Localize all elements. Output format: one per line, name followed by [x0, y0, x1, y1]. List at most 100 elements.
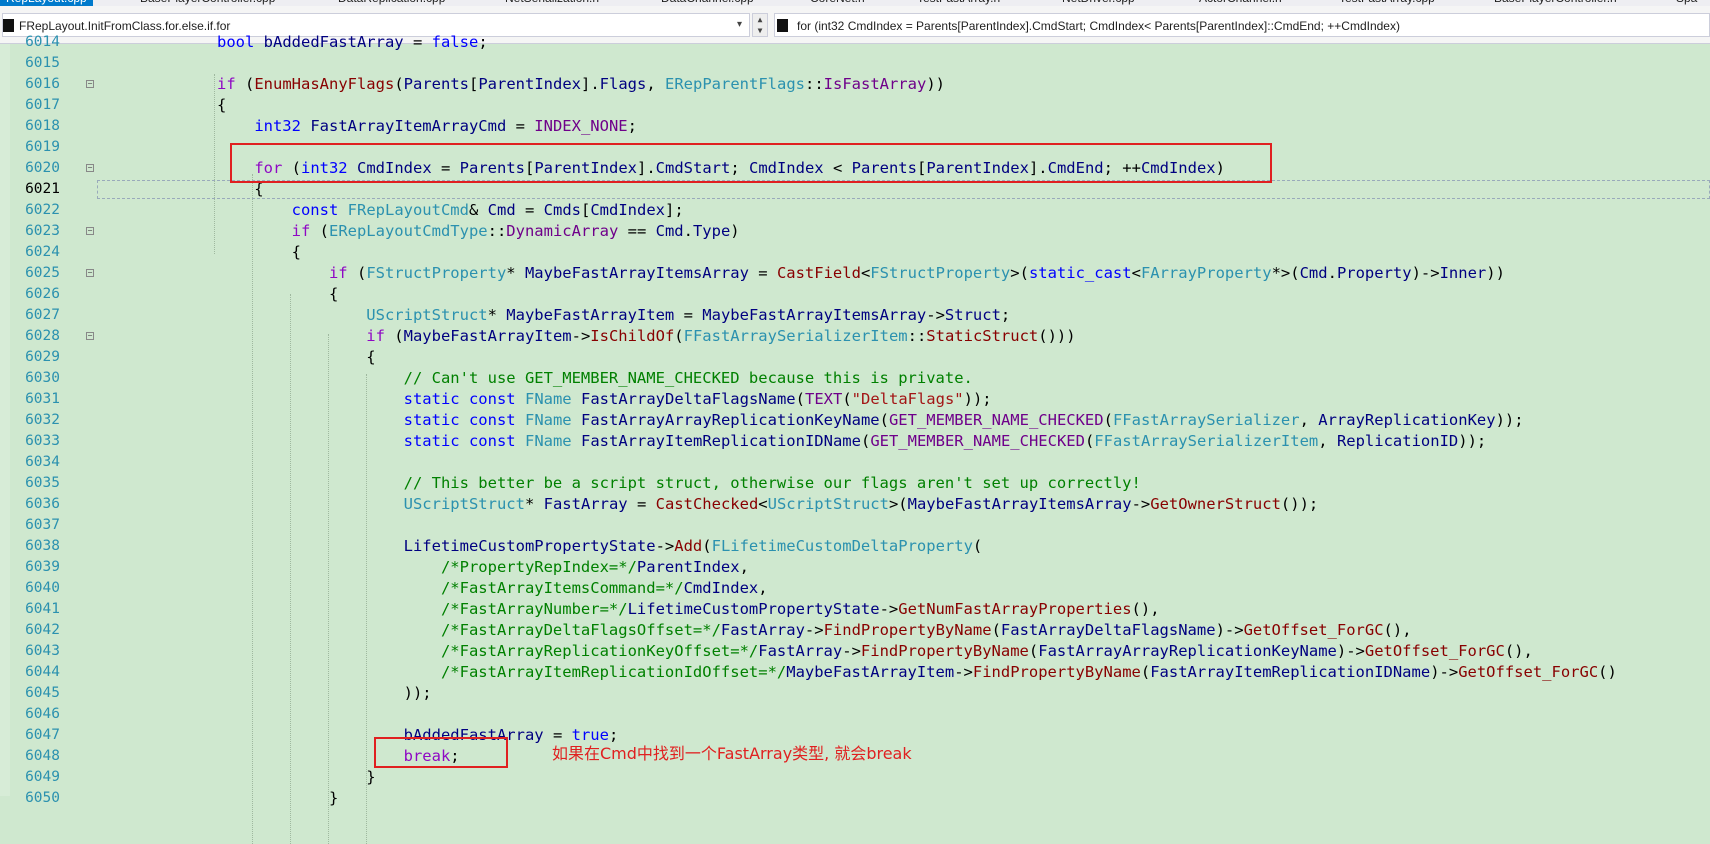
line-number: 6042: [25, 622, 60, 638]
line-number: 6045: [25, 685, 60, 701]
line-number: 6014: [25, 34, 60, 50]
code-line[interactable]: 6028 − if (MaybeFastArrayItem->IsChildOf(…: [0, 326, 1710, 347]
code-line[interactable]: 6038 LifetimeCustomPropertyState->Add(FL…: [0, 536, 1710, 557]
code-text: ));: [105, 684, 432, 702]
code-line[interactable]: 6035 // This better be a script struct, …: [0, 473, 1710, 494]
code-line[interactable]: 6046: [0, 704, 1710, 725]
code-text: // Can't use GET_MEMBER_NAME_CHECKED bec…: [403, 369, 973, 387]
code-line[interactable]: 6037: [0, 515, 1710, 536]
code-text: static const FName FastArrayItemReplicat…: [403, 432, 1487, 450]
line-number: 6050: [25, 790, 60, 806]
line-number: 6044: [25, 664, 60, 680]
line-number: 6015: [25, 55, 60, 71]
line-number: 6027: [25, 307, 60, 323]
line-number: 6026: [25, 286, 60, 302]
scope-icon: [3, 19, 14, 32]
line-number: 6024: [25, 244, 60, 260]
collapse-icon[interactable]: −: [86, 80, 94, 88]
line-number: 6021: [25, 181, 60, 197]
code-line[interactable]: 6045 ));: [0, 683, 1710, 704]
line-number: 6041: [25, 601, 60, 617]
line-number: 6033: [25, 433, 60, 449]
code-line[interactable]: 6023 − if (ERepLayoutCmdType::DynamicArra…: [0, 221, 1710, 242]
code-text: /*PropertyRepIndex=*/ParentIndex,: [440, 558, 749, 576]
line-number: 6025: [25, 265, 60, 281]
line-number: 6029: [25, 349, 60, 365]
code-line[interactable]: 6033 static const FName FastArrayItemRep…: [0, 431, 1710, 452]
line-number: 6032: [25, 412, 60, 428]
code-text: /*FastArrayNumber=*/LifetimeCustomProper…: [440, 600, 1160, 618]
chevron-down-icon[interactable]: ▾: [737, 19, 742, 30]
collapse-icon[interactable]: −: [86, 227, 94, 235]
highlight-box-for-loop: [230, 143, 1272, 183]
line-number: 6047: [25, 727, 60, 743]
code-line[interactable]: 6018 int32 FastArrayItemArrayCmd = INDEX…: [0, 116, 1710, 137]
code-line[interactable]: 6016 − if (EnumHasAnyFlags(Parents[Parent…: [0, 74, 1710, 95]
code-line[interactable]: 6042 /*FastArrayDeltaFlagsOffset=*/FastA…: [0, 620, 1710, 641]
code-line[interactable]: 6014 bool bAddedFastArray = false;: [0, 32, 1710, 53]
code-line[interactable]: 6025 − if (FStructProperty* MaybeFastArra…: [0, 263, 1710, 284]
code-line[interactable]: 6017 {: [0, 95, 1710, 116]
line-number: 6036: [25, 496, 60, 512]
code-text: {: [105, 348, 376, 366]
line-number: 6046: [25, 706, 60, 722]
annotation-text: 如果在Cmd中找到一个FastArray类型, 就会break: [552, 744, 912, 763]
code-text: int32 FastArrayItemArrayCmd = INDEX_NONE…: [254, 117, 637, 135]
collapse-icon[interactable]: −: [86, 332, 94, 340]
code-line[interactable]: 6030 // Can't use GET_MEMBER_NAME_CHECKE…: [0, 368, 1710, 389]
code-text: if (ERepLayoutCmdType::DynamicArray == C…: [291, 222, 740, 240]
code-text: if (FStructProperty* MaybeFastArrayItems…: [328, 264, 1505, 282]
code-line[interactable]: 6024 {: [0, 242, 1710, 263]
line-number: 6023: [25, 223, 60, 239]
code-line[interactable]: 6031 static const FName FastArrayDeltaFl…: [0, 389, 1710, 410]
code-line[interactable]: 6015: [0, 53, 1710, 74]
code-text: bool bAddedFastArray = false;: [216, 33, 488, 51]
code-text: }: [105, 789, 339, 807]
code-line[interactable]: 6041 /*FastArrayNumber=*/LifetimeCustomP…: [0, 599, 1710, 620]
code-line[interactable]: 6027 UScriptStruct* MaybeFastArrayItem =…: [0, 305, 1710, 326]
scope-label: FRepLayout.InitFromClass.for.else.if.for: [19, 19, 231, 33]
code-line[interactable]: 6040 /*FastArrayItemsCommand=*/CmdIndex,: [0, 578, 1710, 599]
line-number: 6040: [25, 580, 60, 596]
line-number: 6034: [25, 454, 60, 470]
line-number: 6031: [25, 391, 60, 407]
collapse-icon[interactable]: −: [86, 164, 94, 172]
code-line[interactable]: 6043 /*FastArrayReplicationKeyOffset=*/F…: [0, 641, 1710, 662]
code-line[interactable]: 6049 }: [0, 767, 1710, 788]
code-text: if (MaybeFastArrayItem->IsChildOf(FFastA…: [366, 327, 1076, 345]
code-line[interactable]: 6026 {: [0, 284, 1710, 305]
line-number: 6022: [25, 202, 60, 218]
line-number: 6037: [25, 517, 60, 533]
line-number: 6019: [25, 139, 60, 155]
code-text: /*FastArrayDeltaFlagsOffset=*/FastArray-…: [440, 621, 1412, 639]
code-text: LifetimeCustomPropertyState->Add(FLifeti…: [403, 537, 983, 555]
code-text: if (EnumHasAnyFlags(Parents[ParentIndex]…: [216, 75, 945, 93]
code-line[interactable]: 6034: [0, 452, 1710, 473]
code-editor[interactable]: 6014 bool bAddedFastArray = false; 6015 60…: [0, 33, 1710, 844]
code-line[interactable]: 6036 UScriptStruct* FastArray = CastChec…: [0, 494, 1710, 515]
line-number: 6048: [25, 748, 60, 764]
line-number: 6020: [25, 160, 60, 176]
code-text: bAddedFastArray = true;: [403, 726, 619, 744]
line-number: 6018: [25, 118, 60, 134]
code-text: /*FastArrayReplicationKeyOffset=*/FastAr…: [440, 642, 1533, 660]
code-text: {: [105, 243, 301, 261]
line-number: 6016: [25, 76, 60, 92]
code-line[interactable]: 6022 const FRepLayoutCmd& Cmd = Cmds[Cmd…: [0, 200, 1710, 221]
code-text: {: [105, 285, 339, 303]
code-line[interactable]: 6039 /*PropertyRepIndex=*/ParentIndex,: [0, 557, 1710, 578]
code-text: /*FastArrayItemReplicationIdOffset=*/May…: [440, 663, 1617, 681]
code-line[interactable]: 6029 {: [0, 347, 1710, 368]
code-line[interactable]: 6044 /*FastArrayItemReplicationIdOffset=…: [0, 662, 1710, 683]
collapse-icon[interactable]: −: [86, 269, 94, 277]
code-text: // This better be a script struct, other…: [403, 474, 1141, 492]
code-line[interactable]: 6032 static const FName FastArrayArrayRe…: [0, 410, 1710, 431]
line-number: 6030: [25, 370, 60, 386]
line-number: 6035: [25, 475, 60, 491]
line-number: 6017: [25, 97, 60, 113]
member-icon: [777, 19, 788, 32]
highlight-box-break: [374, 737, 508, 768]
member-label: for (int32 CmdIndex = Parents[ParentInde…: [797, 19, 1400, 33]
line-number: 6038: [25, 538, 60, 554]
code-line[interactable]: 6050 }: [0, 788, 1710, 809]
